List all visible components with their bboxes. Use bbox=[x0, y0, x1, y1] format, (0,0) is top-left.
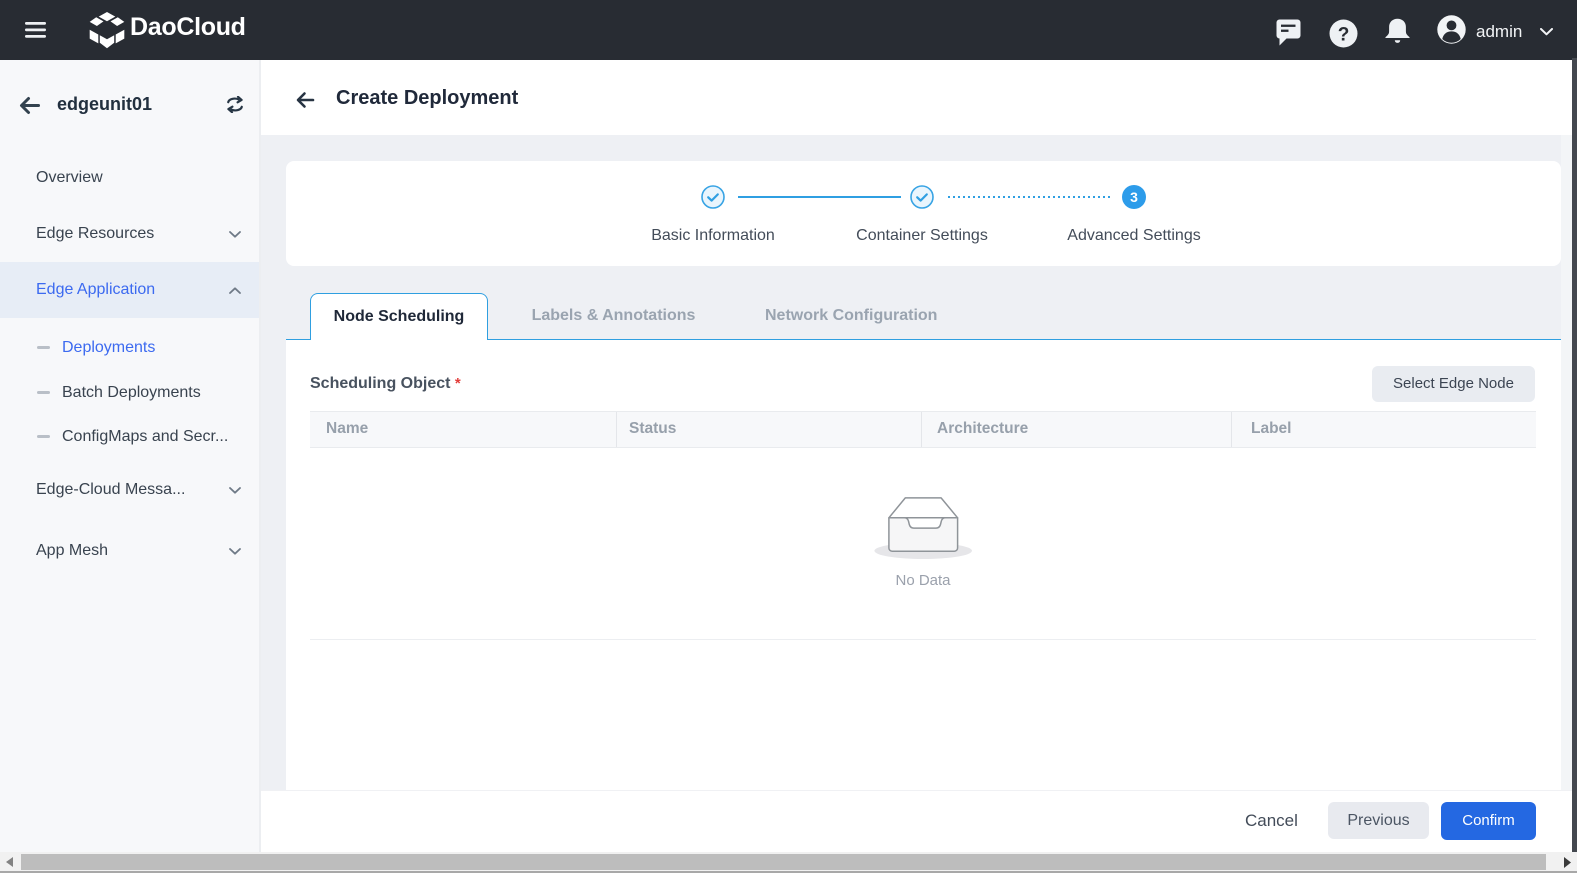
svg-text:?: ? bbox=[1338, 25, 1350, 46]
